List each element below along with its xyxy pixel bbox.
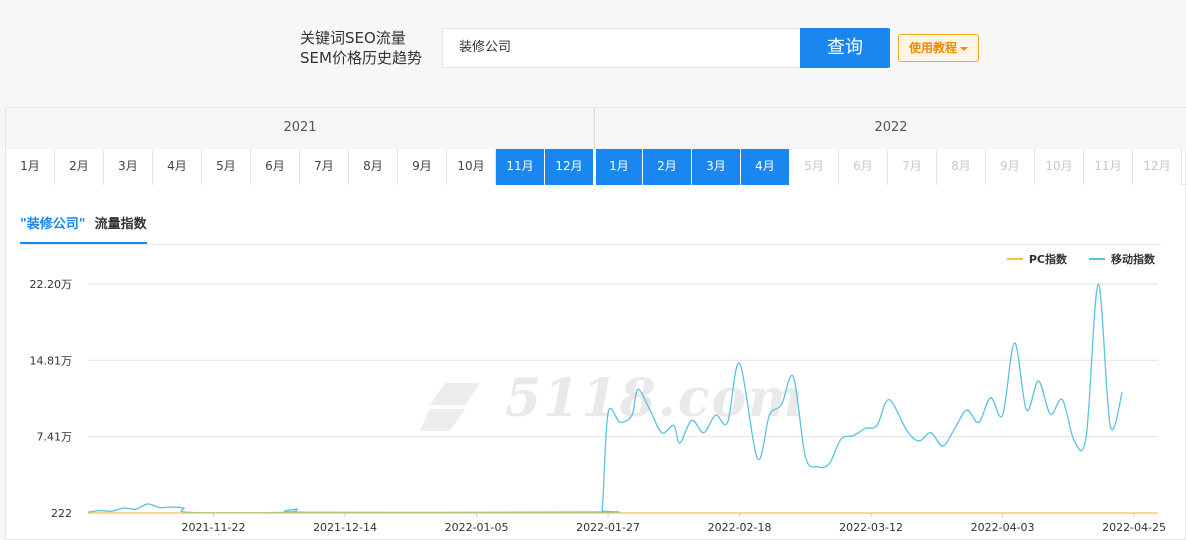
y-tick-label: 14.81万 xyxy=(30,354,73,367)
x-tick-label: 2022-02-18 xyxy=(708,521,772,534)
y-tick-label: 222 xyxy=(51,507,72,520)
x-tick-label: 2022-01-05 xyxy=(445,521,509,534)
x-tick-label: 2022-04-03 xyxy=(971,521,1035,534)
x-tick-label: 2022-01-27 xyxy=(576,521,640,534)
y-tick-label: 22.20万 xyxy=(30,278,73,291)
x-tick-label: 2021-11-22 xyxy=(182,521,246,534)
x-tick-label: 2022-04-25 xyxy=(1102,521,1166,534)
series-line-mobile xyxy=(87,283,1123,514)
traffic-line-chart: 222 7.41万 14.81万 22.20万 2021-11-22 2021-12-14… xyxy=(30,278,1167,534)
y-tick-label: 7.41万 xyxy=(37,431,73,444)
x-tick-label: 2021-12-14 xyxy=(313,521,377,534)
x-tick-label: 2022-03-12 xyxy=(839,521,903,534)
